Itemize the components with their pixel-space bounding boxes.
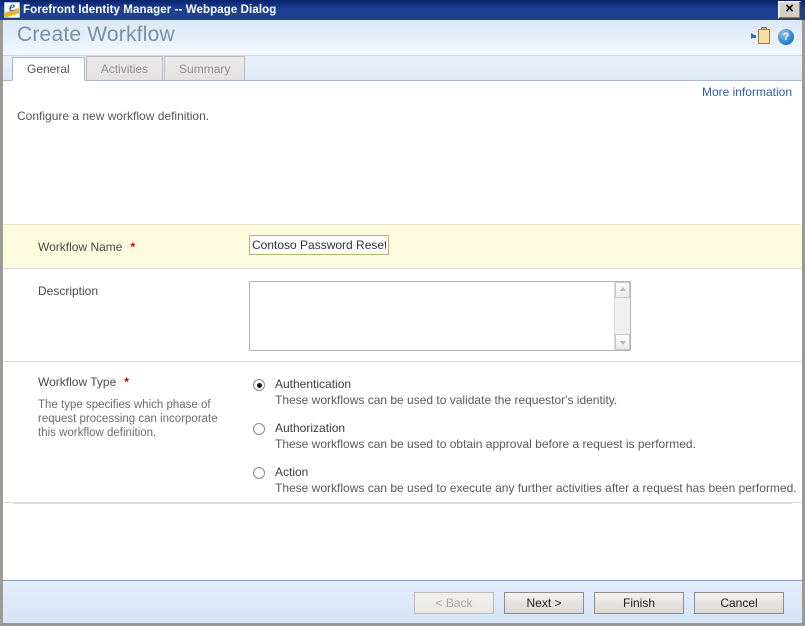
tab-activities[interactable]: Activities [85, 56, 164, 80]
workflow-type-label-text: Workflow Type [38, 375, 117, 389]
intro-text: Configure a new workflow definition. [17, 109, 210, 123]
dialog-client-area: Create Workflow General Activities [0, 20, 805, 626]
wizard-footer: < Back Next > Finish Cancel [3, 580, 802, 623]
description-row: Description [3, 270, 802, 362]
radio-authentication-description: These workflows can be used to validate … [275, 393, 618, 407]
webpage-dialog: Forefront Identity Manager -- Webpage Di… [0, 0, 805, 626]
next-button[interactable]: Next > [504, 591, 584, 614]
radio-option-authentication[interactable]: Authentication These workflows can be us… [249, 377, 789, 407]
close-window-button[interactable] [778, 0, 801, 19]
workflow-type-radio-group: Authentication These workflows can be us… [249, 377, 797, 495]
description-textarea[interactable] [250, 282, 614, 350]
description-scrollbar[interactable] [614, 282, 630, 350]
radio-action-label[interactable]: Action [275, 465, 802, 479]
more-information-link[interactable]: More information [702, 85, 792, 99]
workflow-name-label: Workflow Name * [38, 240, 135, 254]
cancel-button[interactable]: Cancel [694, 591, 784, 614]
help-question-icon[interactable] [778, 28, 794, 45]
scroll-up-arrow-icon[interactable] [615, 282, 630, 298]
tab-activities-label: Activities [100, 61, 149, 76]
description-field-wrapper [249, 281, 631, 351]
workflow-name-required-star: * [130, 240, 136, 254]
internet-explorer-icon [4, 2, 20, 18]
workflow-name-label-text: Workflow Name [38, 240, 123, 254]
workflow-type-required-star: * [124, 375, 129, 389]
back-button[interactable]: < Back [414, 591, 494, 614]
more-information-row: More information [3, 81, 802, 105]
tab-general-label: General [27, 62, 70, 76]
page-header: Create Workflow [3, 20, 802, 56]
scrollbar-track[interactable] [615, 298, 630, 334]
radio-authentication-label[interactable]: Authentication [275, 377, 802, 391]
tab-bar: General Activities Summary [3, 56, 802, 81]
scroll-down-arrow-icon[interactable] [615, 334, 630, 350]
tab-summary-label: Summary [179, 61, 231, 76]
section-divider [13, 503, 792, 504]
form-body: More information Configure a new workflo… [3, 81, 802, 623]
workflow-type-row: Workflow Type * The type specifies which … [3, 363, 802, 503]
workflow-name-input[interactable] [249, 235, 389, 255]
page-title: Create Workflow [17, 23, 175, 46]
radio-option-action[interactable]: Action These workflows can be used to ex… [249, 465, 797, 495]
workflow-type-label: Workflow Type * [38, 375, 129, 389]
radio-authorization-description: These workflows can be used to obtain ap… [275, 437, 696, 451]
radio-action-mark[interactable] [253, 467, 265, 479]
description-label: Description [38, 284, 99, 298]
radio-authorization-mark[interactable] [253, 423, 265, 435]
workflow-type-hint: The type specifies which phase of reques… [38, 399, 218, 439]
title-bar: Forefront Identity Manager -- Webpage Di… [0, 0, 805, 20]
page-content: Create Workflow General Activities [3, 20, 802, 623]
workflow-name-row: Workflow Name * [3, 224, 802, 269]
paste-clipboard-icon[interactable] [751, 27, 771, 45]
tab-general[interactable]: General [12, 57, 85, 81]
tab-summary[interactable]: Summary [164, 56, 246, 80]
radio-option-authorization[interactable]: Authorization These workflows can be use… [249, 421, 789, 451]
radio-authorization-label[interactable]: Authorization [275, 421, 802, 435]
radio-authentication-mark[interactable] [253, 379, 265, 391]
header-icon-group [751, 27, 794, 45]
finish-button[interactable]: Finish [594, 591, 684, 614]
window-title: Forefront Identity Manager -- Webpage Di… [23, 4, 277, 16]
radio-action-description: These workflows can be used to execute a… [275, 481, 797, 495]
